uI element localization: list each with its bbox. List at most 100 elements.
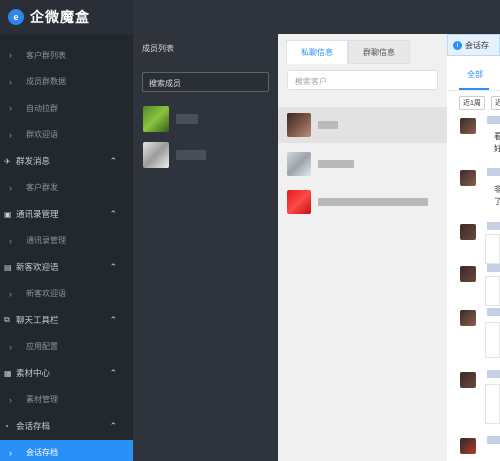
avatar bbox=[460, 438, 476, 454]
chat-item[interactable] bbox=[278, 146, 447, 182]
message-sender-redacted bbox=[487, 264, 500, 272]
sidebar: e 企微魔盒 › 客户群列表 › 成员群数据 › 自动拉群 › 群欢迎语 ✈ 群发消息 ⌃ … bbox=[0, 0, 133, 461]
message-text: 看 bbox=[494, 132, 500, 141]
chevron-up-icon: ⌃ bbox=[109, 420, 117, 431]
message-bubble bbox=[485, 322, 500, 358]
divider bbox=[447, 90, 500, 91]
customer-search-input[interactable]: 搜索客户 ⌕ bbox=[287, 70, 438, 90]
member-item[interactable] bbox=[143, 106, 269, 132]
chevron-right-icon: › bbox=[9, 129, 12, 140]
avatar bbox=[460, 266, 476, 282]
message-sender-redacted bbox=[487, 370, 500, 378]
avatar bbox=[460, 310, 476, 326]
avatar bbox=[143, 106, 169, 132]
sidebar-group-archive[interactable]: ◔ 会话存档 ⌃ bbox=[0, 413, 133, 440]
sidebar-group-mass-message[interactable]: ✈ 群发消息 ⌃ bbox=[0, 148, 133, 175]
chevron-right-icon: › bbox=[9, 182, 12, 193]
sidebar-item-label: 客户群列表 bbox=[26, 50, 66, 60]
avatar bbox=[460, 118, 476, 134]
avatar bbox=[287, 113, 311, 137]
chevron-up-icon: ⌃ bbox=[109, 314, 117, 325]
material-icon: ▦ bbox=[4, 368, 12, 378]
sidebar-item-new-welcome[interactable]: › 新客欢迎语 bbox=[0, 281, 133, 308]
avatar bbox=[460, 372, 476, 388]
member-name-redacted bbox=[176, 114, 198, 124]
brand-logo-icon: e bbox=[8, 9, 24, 25]
chat-name-redacted bbox=[318, 121, 338, 129]
sidebar-group-contacts[interactable]: ▣ 通讯录管理 ⌃ bbox=[0, 201, 133, 228]
chevron-right-icon: › bbox=[9, 50, 12, 61]
sidebar-group-label: 聊天工具栏 bbox=[16, 315, 59, 326]
chevron-right-icon: › bbox=[9, 103, 12, 114]
message-sender-redacted bbox=[487, 222, 500, 230]
sidebar-item-customer-mass[interactable]: › 客户群发 bbox=[0, 175, 133, 202]
chevron-right-icon: › bbox=[9, 394, 12, 405]
message-sender-redacted bbox=[487, 436, 500, 444]
chat-item[interactable] bbox=[278, 107, 447, 143]
notice-text: 会话存 bbox=[465, 40, 489, 50]
filter-button[interactable]: 近 bbox=[491, 96, 500, 110]
chat-item[interactable] bbox=[278, 184, 447, 220]
tab-private-chat[interactable]: 私聊信息 bbox=[286, 40, 348, 64]
chevron-right-icon: › bbox=[9, 235, 12, 246]
chevron-right-icon: › bbox=[9, 341, 12, 352]
avatar bbox=[143, 142, 169, 168]
sidebar-menu: › 客户群列表 › 成员群数据 › 自动拉群 › 群欢迎语 ✈ 群发消息 ⌃ › 客户群发 ▣… bbox=[0, 42, 133, 461]
sidebar-item-member-group-data[interactable]: › 成员群数据 bbox=[0, 69, 133, 96]
sidebar-item-auto-pull-group[interactable]: › 自动拉群 bbox=[0, 95, 133, 122]
chevron-right-icon: › bbox=[9, 288, 12, 299]
message-bubble bbox=[485, 234, 500, 264]
sidebar-group-new-welcome[interactable]: ▤ 新客欢迎语 ⌃ bbox=[0, 254, 133, 281]
chevron-up-icon: ⌃ bbox=[109, 261, 117, 272]
member-list-panel: 成员列表 搜索成员 ⌕ bbox=[133, 0, 278, 461]
tab-all[interactable]: 全部 bbox=[467, 69, 483, 80]
filter-last-week-button[interactable]: 近1周 bbox=[459, 96, 485, 110]
search-icon[interactable]: ⌕ bbox=[149, 77, 262, 88]
sidebar-group-chat-toolbar[interactable]: ⧉ 聊天工具栏 ⌃ bbox=[0, 307, 133, 334]
member-item[interactable] bbox=[143, 142, 269, 168]
message-sender-redacted bbox=[487, 168, 500, 176]
toolbar-icon: ⧉ bbox=[4, 315, 10, 325]
sidebar-item-label: 素材管理 bbox=[26, 395, 58, 405]
tab-group-chat[interactable]: 群聊信息 bbox=[348, 40, 410, 64]
sidebar-item-app-config[interactable]: › 应用配置 bbox=[0, 334, 133, 361]
sidebar-item-customer-group-list[interactable]: › 客户群列表 bbox=[0, 42, 133, 69]
top-bar bbox=[447, 0, 500, 34]
chevron-up-icon: ⌃ bbox=[109, 367, 117, 378]
chevron-up-icon: ⌃ bbox=[109, 155, 117, 166]
sidebar-group-label: 会话存档 bbox=[16, 421, 51, 432]
avatar bbox=[287, 152, 311, 176]
sidebar-group-label: 群发消息 bbox=[16, 156, 51, 167]
sidebar-item-material-manage[interactable]: › 素材管理 bbox=[0, 387, 133, 414]
avatar bbox=[460, 170, 476, 186]
contacts-icon: ▣ bbox=[4, 209, 12, 219]
avatar bbox=[287, 190, 311, 214]
message-sender-redacted bbox=[487, 116, 500, 124]
chevron-right-icon: › bbox=[9, 76, 12, 87]
message-text: 好 bbox=[494, 144, 500, 153]
sidebar-item-label: 自动拉群 bbox=[26, 103, 58, 113]
message-text: 非 bbox=[494, 185, 500, 194]
sidebar-item-group-welcome[interactable]: › 群欢迎语 bbox=[0, 122, 133, 149]
member-name-redacted bbox=[176, 150, 206, 160]
member-list-title: 成员列表 bbox=[142, 44, 174, 53]
sidebar-item-label: 群欢迎语 bbox=[26, 130, 58, 140]
sidebar-item-label: 成员群数据 bbox=[26, 77, 66, 87]
chat-list-panel: 私聊信息 群聊信息 搜索客户 ⌕ bbox=[278, 0, 447, 461]
welcome-icon: ▤ bbox=[4, 262, 12, 272]
message-text: 了 bbox=[494, 197, 500, 206]
info-notice: i 会话存 bbox=[447, 34, 500, 56]
message-sender-redacted bbox=[487, 308, 500, 316]
avatar bbox=[460, 224, 476, 240]
sidebar-item-label: 新客欢迎语 bbox=[26, 289, 66, 299]
chevron-right-icon: › bbox=[9, 447, 12, 458]
brand-header: e 企微魔盒 bbox=[0, 0, 133, 34]
sidebar-group-label: 通讯录管理 bbox=[16, 209, 59, 220]
sidebar-group-material[interactable]: ▦ 素材中心 ⌃ bbox=[0, 360, 133, 387]
member-search-input[interactable]: 搜索成员 ⌕ bbox=[142, 72, 269, 92]
sidebar-group-label: 新客欢迎语 bbox=[16, 262, 59, 273]
sidebar-item-archive[interactable]: › 会话存档 bbox=[0, 439, 133, 461]
message-bubble bbox=[485, 384, 500, 424]
search-icon[interactable]: ⌕ bbox=[295, 75, 431, 86]
sidebar-item-contacts[interactable]: › 通讯录管理 bbox=[0, 228, 133, 255]
